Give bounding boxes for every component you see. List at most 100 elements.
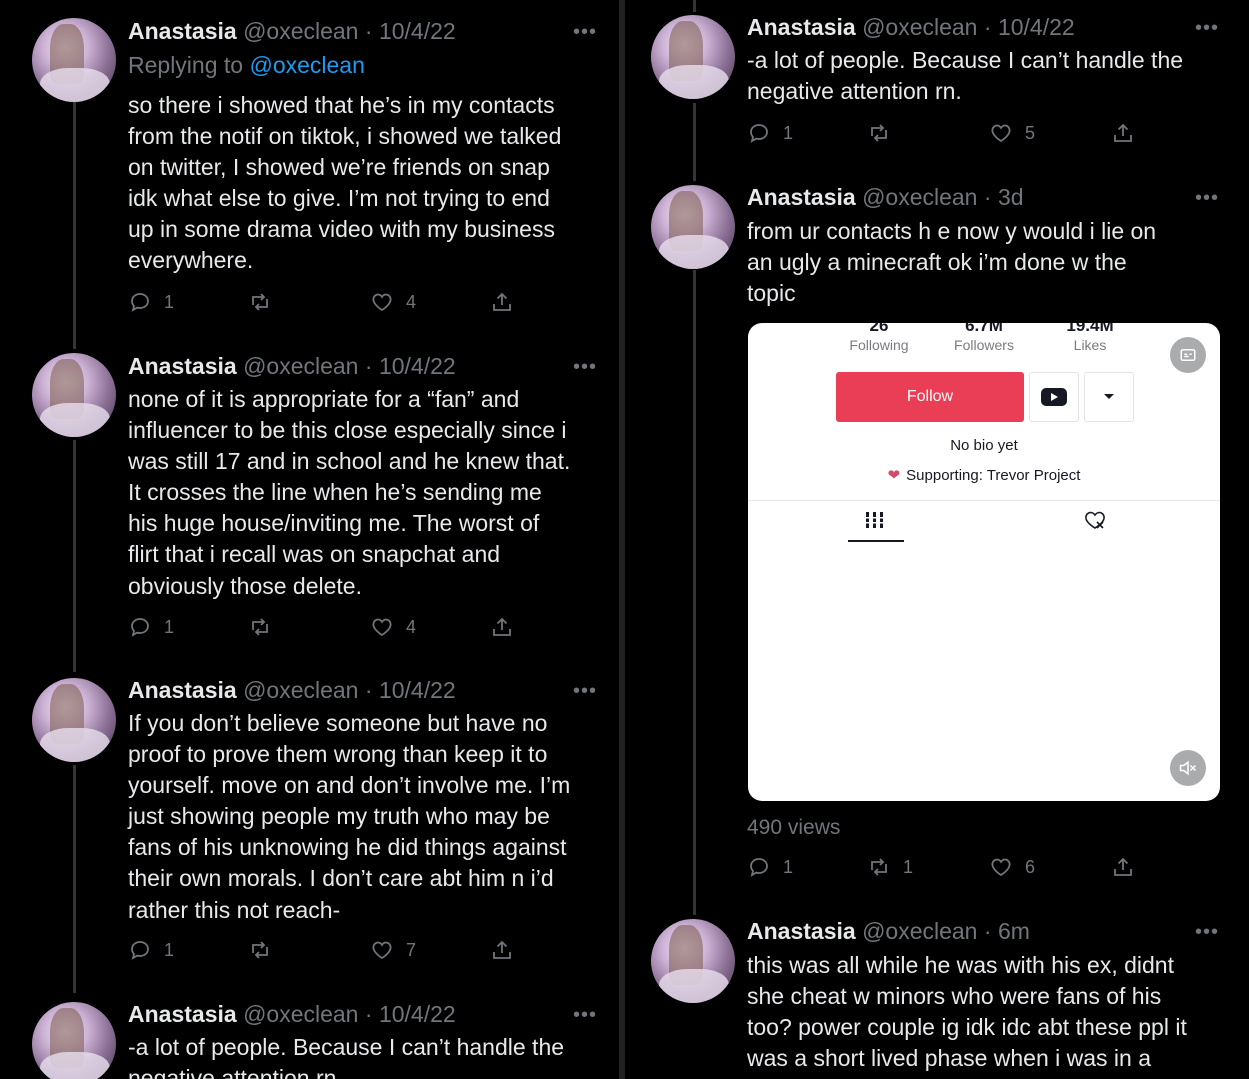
mute-icon[interactable]	[1170, 750, 1206, 786]
author-name[interactable]: Anastasia	[128, 18, 237, 44]
author-handle[interactable]: @oxeclean	[243, 353, 358, 379]
liked-videos-icon[interactable]	[1083, 510, 1107, 536]
retweet-count: 1	[903, 856, 914, 877]
more-icon[interactable]: •••	[1195, 188, 1219, 208]
author-name[interactable]: Anastasia	[128, 353, 237, 379]
tweet-header: Anastasia @oxeclean · 3d	[747, 183, 1024, 211]
tiktok-video-card[interactable]: 26 Following 6.7M Followers 19.4M Likes …	[748, 323, 1220, 801]
share-button[interactable]	[1111, 118, 1135, 148]
captions-icon[interactable]	[1170, 337, 1206, 373]
share-button[interactable]	[490, 612, 514, 642]
heart-icon	[372, 618, 392, 637]
avatar[interactable]	[651, 15, 735, 99]
retweet-button[interactable]	[248, 287, 284, 317]
avatar[interactable]	[651, 185, 735, 269]
supporting-text: Supporting: Trevor Project	[906, 467, 1081, 484]
following-stat: 26 Following	[824, 323, 934, 353]
retweet-button[interactable]	[248, 935, 284, 965]
text-line: too? power couple ig idk idc abt these p…	[747, 1014, 1187, 1041]
tweet-date[interactable]: 6m	[998, 918, 1030, 944]
tweet-date[interactable]: 3d	[998, 184, 1024, 210]
active-tab-underline	[848, 540, 904, 542]
text-line: his huge house/inviting me. The worst of	[128, 510, 540, 537]
avatar[interactable]	[32, 353, 116, 437]
more-icon[interactable]: •••	[573, 681, 597, 701]
tiktok-bio: No bio yet	[950, 437, 1018, 454]
followers-label: Followers	[954, 337, 1014, 353]
avatar[interactable]	[32, 18, 116, 102]
text-line: an ugly a minecraft ok i’m done w the	[747, 249, 1127, 276]
more-icon[interactable]: •••	[573, 357, 597, 377]
like-button[interactable]: 6	[989, 852, 1035, 882]
retweet-button[interactable]	[248, 612, 284, 642]
tweet-date[interactable]: 10/4/22	[379, 18, 456, 44]
tweet-header: Anastasia @oxeclean · 10/4/22	[128, 1000, 456, 1028]
youtube-icon[interactable]	[1029, 372, 1079, 422]
right-thread-column: Anastasia @oxeclean · 10/4/22 ••• -a lot…	[625, 0, 1249, 1079]
tweet-header: Anastasia @oxeclean · 6m	[747, 917, 1030, 945]
avatar[interactable]	[32, 1002, 116, 1079]
text-line: on twitter, I showed we’re friends on sn…	[128, 154, 550, 181]
tweet-actions: 1 1 6	[747, 852, 1147, 882]
like-button[interactable]: 4	[370, 612, 416, 642]
more-icon[interactable]: •••	[573, 22, 597, 42]
tweet-header: Anastasia @oxeclean · 10/4/22	[128, 352, 456, 380]
like-count: 5	[1025, 122, 1036, 143]
author-handle[interactable]: @oxeclean	[862, 14, 977, 40]
tweet-date[interactable]: 10/4/22	[379, 1001, 456, 1027]
separator: ·	[364, 353, 373, 379]
reply-button[interactable]: 1	[128, 612, 174, 642]
author-handle[interactable]: @oxeclean	[243, 1001, 358, 1027]
avatar[interactable]	[651, 919, 735, 1003]
videos-grid-icon[interactable]	[864, 510, 886, 536]
author-handle[interactable]: @oxeclean	[862, 184, 977, 210]
share-button[interactable]	[490, 935, 514, 965]
likes-count: 19.4M	[1066, 323, 1114, 335]
more-icon[interactable]: •••	[573, 1005, 597, 1025]
retweet-button[interactable]	[867, 118, 903, 148]
tweet-date[interactable]: 10/4/22	[998, 14, 1075, 40]
reply-button[interactable]: 1	[128, 935, 174, 965]
reply-button[interactable]: 1	[128, 287, 174, 317]
tweet-text: -a lot of people. Because I can’t handle…	[747, 45, 1183, 107]
text-line: this was all while he was with his ex, d…	[747, 952, 1174, 978]
text-line: so there i showed that he’s in my contac…	[128, 92, 555, 118]
tweet-header: Anastasia @oxeclean · 10/4/22	[128, 17, 456, 45]
avatar[interactable]	[32, 678, 116, 762]
author-name[interactable]: Anastasia	[128, 1001, 237, 1027]
author-handle[interactable]: @oxeclean	[243, 18, 358, 44]
share-button[interactable]	[490, 287, 514, 317]
thread-line	[73, 440, 76, 672]
author-name[interactable]: Anastasia	[747, 184, 856, 210]
reply-count: 1	[783, 122, 794, 143]
tweet-actions: 1 4	[128, 612, 528, 642]
more-icon[interactable]: •••	[1195, 18, 1219, 38]
tweet-date[interactable]: 10/4/22	[379, 353, 456, 379]
reply-button[interactable]: 1	[747, 852, 793, 882]
like-button[interactable]: 5	[989, 118, 1035, 148]
author-name[interactable]: Anastasia	[747, 918, 856, 944]
tweet-date[interactable]: 10/4/22	[379, 677, 456, 703]
author-handle[interactable]: @oxeclean	[243, 677, 358, 703]
author-name[interactable]: Anastasia	[747, 14, 856, 40]
author-handle[interactable]: @oxeclean	[862, 918, 977, 944]
like-button[interactable]: 4	[370, 287, 416, 317]
followers-stat: 6.7M Followers	[929, 323, 1039, 353]
tweet-header: Anastasia @oxeclean · 10/4/22	[128, 676, 456, 704]
more-icon[interactable]: •••	[1195, 922, 1219, 942]
reply-mention-link[interactable]: @oxeclean	[249, 52, 364, 78]
retweet-button[interactable]: 1	[867, 852, 913, 882]
reply-button[interactable]: 1	[747, 118, 793, 148]
tiktok-follow-button[interactable]: Follow	[836, 372, 1024, 422]
reply-icon	[131, 293, 149, 312]
separator: ·	[364, 1001, 373, 1027]
charity-heart-icon: ❤	[887, 467, 901, 484]
text-line: obviously those delete.	[128, 572, 362, 599]
dropdown-icon[interactable]	[1084, 372, 1134, 422]
separator: ·	[364, 677, 373, 703]
share-button[interactable]	[1111, 852, 1135, 882]
text-line: fans of his unknowing he did things agai…	[128, 834, 567, 861]
like-count: 4	[406, 291, 417, 312]
author-name[interactable]: Anastasia	[128, 677, 237, 703]
like-button[interactable]: 7	[370, 935, 416, 965]
